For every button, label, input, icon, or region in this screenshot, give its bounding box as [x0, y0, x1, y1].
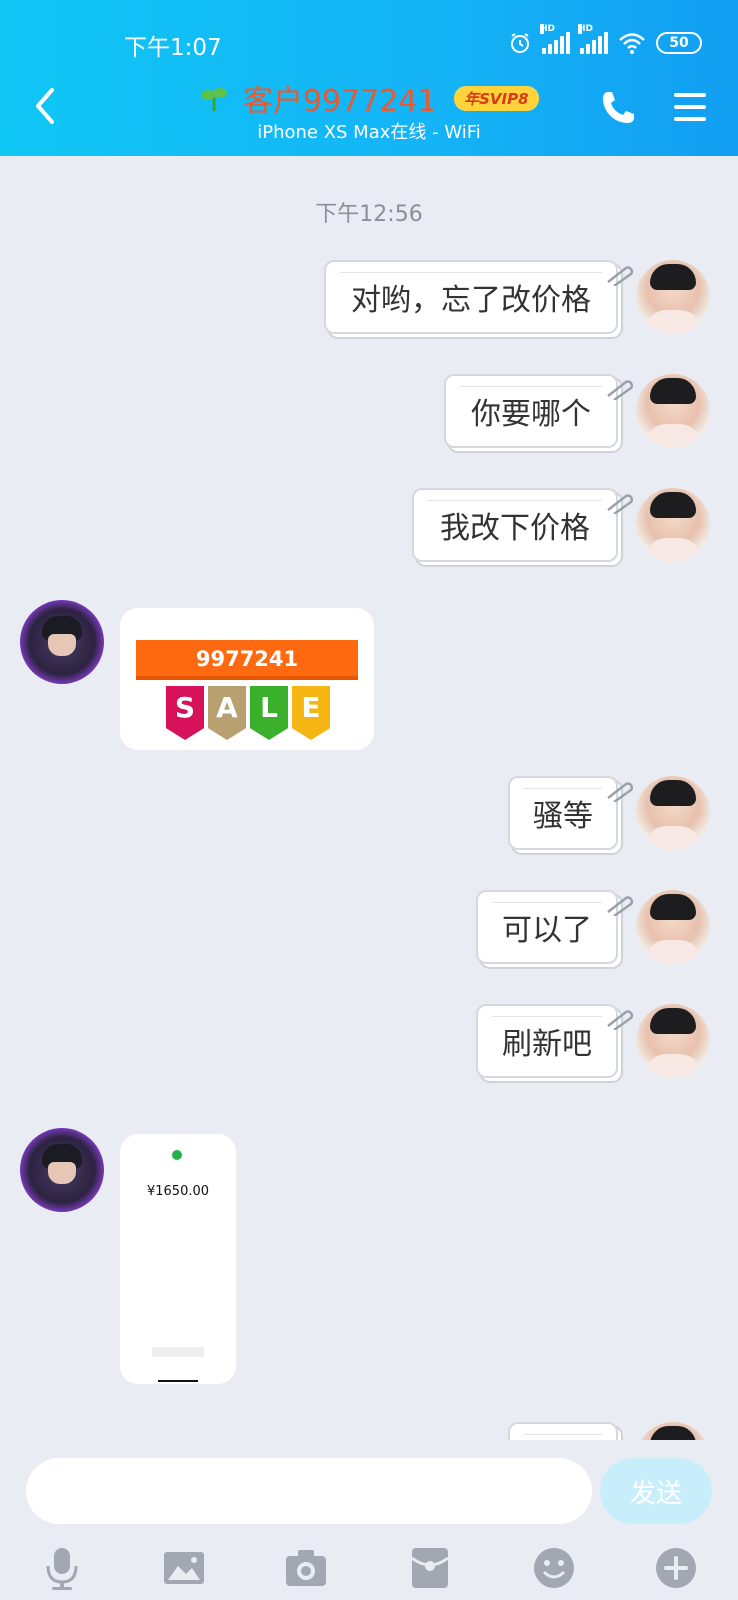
message-bubble[interactable]: 你要哪个 [444, 374, 618, 448]
contact-avatar[interactable] [20, 1128, 104, 1212]
my-avatar[interactable] [636, 260, 710, 334]
message-text: 刷新吧 [502, 1027, 592, 1062]
message-bubble-partial[interactable] [508, 1422, 618, 1440]
message-bubble[interactable]: 刷新吧 [476, 1004, 618, 1078]
message-text: 可以了 [502, 913, 592, 948]
my-avatar[interactable] [636, 890, 710, 964]
sale-tag-s: S [166, 686, 204, 740]
signal-icon-2: HD [578, 24, 608, 54]
my-avatar[interactable] [636, 488, 710, 562]
message-bubble[interactable]: 我改下价格 [412, 488, 618, 562]
paperclip-icon [607, 782, 634, 802]
menu-icon[interactable] [672, 90, 708, 124]
message-bubble[interactable]: 可以了 [476, 890, 618, 964]
contact-name: 客户9977241 [242, 84, 437, 119]
send-button[interactable]: 发送 [600, 1458, 712, 1524]
message-input[interactable] [26, 1458, 592, 1524]
message-text: 对哟，忘了改价格 [351, 283, 591, 318]
my-avatar[interactable] [636, 374, 710, 448]
message-text: 我改下价格 [440, 511, 590, 546]
sale-tag-a: A [208, 686, 246, 740]
signal-icon: HD [540, 24, 570, 54]
phone-icon[interactable] [598, 88, 638, 128]
my-avatar[interactable] [636, 1004, 710, 1078]
image-icon[interactable] [160, 1544, 208, 1592]
my-avatar[interactable] [636, 1422, 710, 1440]
emoji-icon[interactable] [530, 1544, 578, 1592]
paperclip-icon [607, 1010, 634, 1030]
status-time: 下午1:07 [124, 35, 222, 61]
microphone-icon[interactable] [38, 1544, 86, 1592]
payment-amount: ¥1650.00 [146, 1184, 210, 1199]
input-bar: 发送 [0, 1440, 738, 1600]
contact-avatar[interactable] [20, 600, 104, 684]
sale-banner-text: 9977241 [136, 640, 358, 680]
payment-done-button [152, 1347, 204, 1357]
alarm-icon [511, 33, 529, 53]
status-icons: HD HD 50 [508, 24, 702, 58]
message-bubble[interactable]: 对哟，忘了改价格 [324, 260, 618, 334]
chat-area[interactable]: 下午12:56 对哟，忘了改价格 你要哪个 我改下价格 9977241 S A … [0, 156, 738, 1440]
paperclip-icon [607, 896, 634, 916]
sprout-icon [201, 88, 228, 111]
chat-header: 下午1:07 HD HD 50 客户9977241 年SVIP8 iPhone … [0, 0, 738, 156]
home-indicator [158, 1380, 198, 1382]
message-timestamp: 下午12:56 [315, 202, 423, 227]
camera-icon[interactable] [282, 1544, 330, 1592]
red-packet-icon[interactable] [406, 1544, 454, 1592]
sale-tag-e: E [292, 686, 330, 740]
image-message-payment[interactable]: ¥1650.00 [120, 1134, 236, 1384]
wifi-icon [619, 33, 645, 54]
message-bubble[interactable]: 骚等 [508, 776, 618, 850]
message-text: 骚等 [533, 799, 593, 834]
message-text: 你要哪个 [471, 397, 591, 432]
paperclip-icon [607, 380, 634, 400]
plus-icon[interactable] [652, 1544, 700, 1592]
battery-indicator: 50 [656, 32, 702, 54]
my-avatar[interactable] [636, 776, 710, 850]
image-message-sale[interactable]: 9977241 S A L E [120, 608, 374, 750]
svip-badge: 年SVIP8 [454, 85, 539, 111]
paperclip-icon [607, 266, 634, 286]
success-check-icon [172, 1150, 182, 1160]
sale-tag-l: L [250, 686, 288, 740]
paperclip-icon [607, 494, 634, 514]
